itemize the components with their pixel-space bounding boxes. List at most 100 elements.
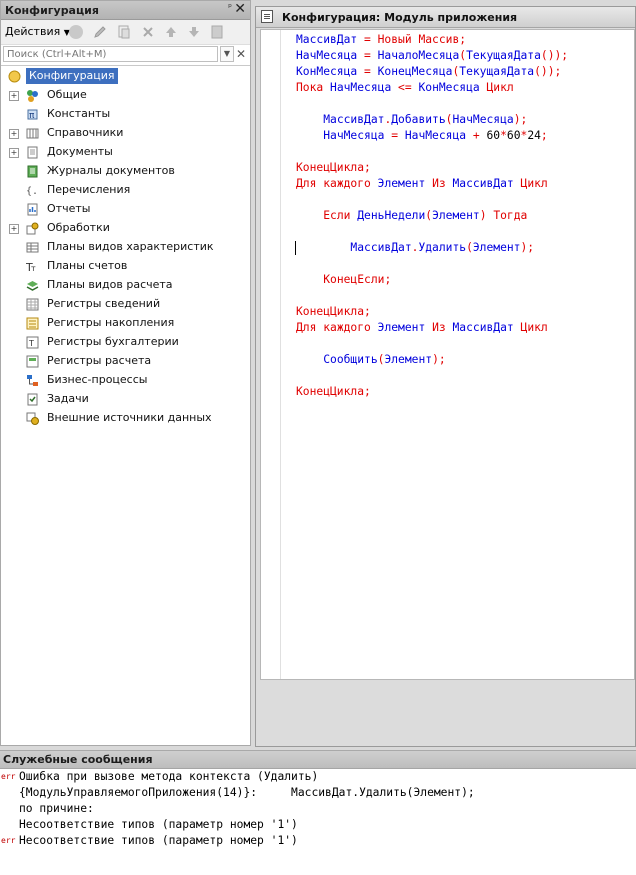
configuration-panel: Конфигурация ᵖ ✕ Действия ▼ ▼ ✕ Конфигур…: [0, 0, 251, 746]
tree-item-label: Регистры накопления: [47, 316, 175, 329]
tree-item[interactable]: Регистры накопления: [1, 314, 250, 333]
add-icon[interactable]: [69, 25, 83, 39]
code-line: Пока НачМесяца <= КонМесяца Цикл: [296, 80, 514, 96]
tree-item[interactable]: π Константы: [1, 105, 250, 124]
tree-item[interactable]: + Документы: [1, 143, 250, 162]
tree-item[interactable]: Планы видов характеристик: [1, 238, 250, 257]
move-up-icon[interactable]: [164, 25, 178, 39]
tree-item-label: Журналы документов: [47, 164, 175, 177]
tree-item[interactable]: Журналы документов: [1, 162, 250, 181]
code-token: );: [432, 353, 446, 366]
tree-item[interactable]: + Общие: [1, 86, 250, 105]
characteristic-types-icon: [26, 241, 39, 254]
code-token: Для: [296, 321, 317, 334]
code-token: =: [384, 129, 405, 142]
tree-item-label: Задачи: [47, 392, 89, 405]
tree-item[interactable]: Задачи: [1, 390, 250, 409]
search-bar: ▼ ✕: [1, 45, 250, 66]
code-editor[interactable]: МассивДат = Новый Массив; НачМесяца = Нач…: [260, 29, 635, 680]
tree-item[interactable]: Тт Планы счетов: [1, 257, 250, 276]
code-line: МассивДат.Удалить(Элемент);: [296, 240, 534, 256]
actions-menu-button[interactable]: Действия ▼: [5, 25, 70, 38]
enums-icon: {.}: [26, 184, 44, 197]
code-token: *: [500, 129, 507, 142]
code-line: Если ДеньНедели(Элемент) Тогда: [296, 208, 527, 224]
svg-text:Т: Т: [28, 339, 34, 348]
tree-item[interactable]: {.} Перечисления: [1, 181, 250, 200]
code-token: ());: [534, 65, 562, 78]
tree-item[interactable]: Т Регистры бухгалтерии: [1, 333, 250, 352]
expand-icon[interactable]: +: [9, 129, 19, 139]
close-icon[interactable]: ✕: [234, 1, 246, 17]
tree-item[interactable]: Регистры расчета: [1, 352, 250, 371]
code-token: НачМесяца: [452, 113, 514, 126]
svg-text:{.}: {.}: [26, 186, 39, 197]
code-line: КонецЕсли;: [296, 272, 391, 288]
code-token: Элемент: [432, 209, 480, 222]
move-down-icon[interactable]: [187, 25, 201, 39]
messages-panel-title: Служебные сообщения: [3, 753, 153, 766]
expand-icon[interactable]: +: [9, 148, 19, 158]
code-token: Цикл: [486, 81, 514, 94]
message-line[interactable]: Несоответствие типов (параметр номер '1'…: [19, 817, 298, 833]
tree-item[interactable]: Регистры сведений: [1, 295, 250, 314]
configuration-icon: [8, 70, 21, 83]
code-token: =: [357, 65, 378, 78]
tree-item[interactable]: + Справочники: [1, 124, 250, 143]
message-line[interactable]: Несоответствие типов (параметр номер '1'…: [19, 833, 298, 849]
accumulation-registers-icon: [26, 317, 39, 330]
svg-text:π: π: [29, 111, 35, 121]
tree-item[interactable]: Внешние источники данных: [1, 409, 250, 428]
tree-item-label: Бизнес-процессы: [47, 373, 148, 386]
search-input[interactable]: [3, 46, 218, 62]
tree-item-label: Внешние источники данных: [47, 411, 212, 424]
configuration-panel-header: Конфигурация ᵖ ✕: [1, 1, 250, 20]
expand-icon[interactable]: +: [9, 224, 19, 234]
pin-icon[interactable]: ᵖ: [228, 3, 232, 13]
tree-item[interactable]: Планы видов расчета: [1, 276, 250, 295]
tree-item-label: Регистры сведений: [47, 297, 161, 310]
code-token: Из: [432, 321, 446, 334]
code-token: );: [513, 113, 528, 126]
tree-item-label: Конфигурация: [26, 68, 118, 84]
message-line[interactable]: по причине:: [19, 801, 94, 817]
delete-icon[interactable]: [141, 25, 155, 39]
message-line[interactable]: Ошибка при вызове метода контекста (Удал…: [19, 769, 318, 785]
code-token: НачМесяца: [323, 129, 385, 142]
tree-item[interactable]: Отчеты: [1, 200, 250, 219]
tree-item-label: Регистры расчета: [47, 354, 152, 367]
edit-icon[interactable]: [93, 25, 107, 39]
tree-item[interactable]: Бизнес-процессы: [1, 371, 250, 390]
expand-icon[interactable]: +: [9, 91, 19, 101]
tree-item[interactable]: Конфигурация: [1, 67, 250, 86]
data-processors-icon: [26, 222, 39, 235]
error-icon: err: [1, 836, 16, 845]
tree-item[interactable]: + Обработки: [1, 219, 250, 238]
common-icon: [26, 89, 39, 102]
copy-icon[interactable]: [117, 25, 131, 39]
configuration-tree: Конфигурация + Общие π Константы + Справочники…: [1, 67, 250, 428]
clear-search-icon[interactable]: ✕: [236, 46, 248, 62]
code-line: Сообщить(Элемент);: [296, 352, 446, 368]
code-line: Для каждого Элемент Из МассивДат Цикл: [296, 176, 548, 192]
code-token: Удалить: [418, 241, 467, 254]
code-token: КонецЦикла: [296, 305, 365, 318]
code-line: КонМесяца = КонецМесяца(ТекущаяДата());: [296, 64, 561, 80]
code-token: НачМесяца: [296, 49, 358, 62]
code-token: Массив: [418, 33, 460, 46]
configuration-toolbar: Действия ▼: [1, 20, 250, 45]
catalogs-icon: [26, 127, 39, 140]
tree-item-label: Обработки: [47, 221, 110, 234]
code-token: Элемент: [377, 321, 426, 334]
message-line[interactable]: {МодульУправляемогоПриложения(14)}: Масс…: [19, 785, 475, 801]
sort-icon[interactable]: [210, 25, 224, 39]
code-token: КонецМесяца: [377, 65, 453, 78]
search-dropdown-icon[interactable]: ▼: [220, 46, 234, 62]
code-token: КонецЦикла: [296, 161, 365, 174]
editor-bottom-area: [256, 684, 635, 746]
